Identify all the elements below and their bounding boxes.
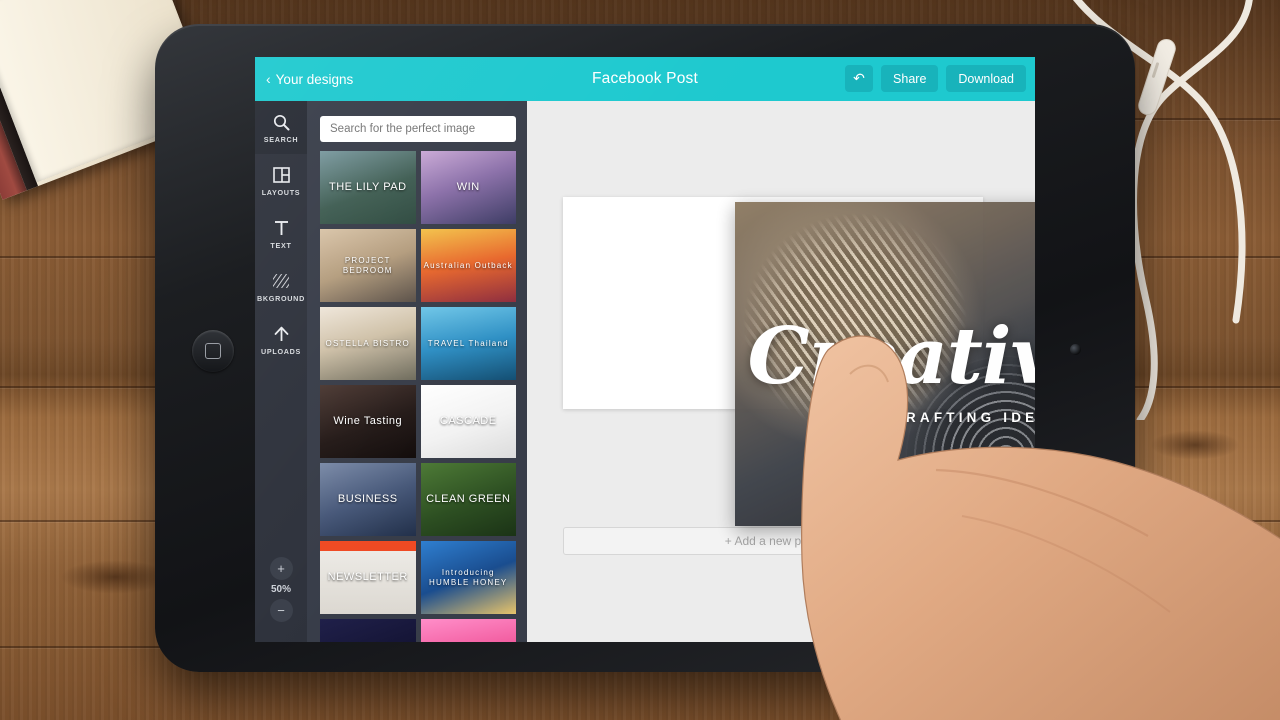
- thumbnail-item[interactable]: OSTELLA BISTRO: [320, 307, 416, 380]
- thumbnail-caption: THE LILY PAD: [328, 180, 407, 193]
- zoom-level-value: 50%: [270, 584, 291, 595]
- header-actions: ↶ Share Download: [845, 65, 1026, 92]
- thumbnail-item[interactable]: PROJECT BEDROOM: [320, 229, 416, 302]
- sidebar-item-search-label: SEARCH: [263, 135, 299, 144]
- thumbnail-caption: Introducing HUMBLE HONEY: [429, 567, 508, 587]
- thumbnail-caption: Australian Outback: [423, 260, 513, 270]
- tool-sidebar: SEARCH LAYOUTS TEXT BKGROUND UPLOADS + 5…: [255, 101, 307, 642]
- hand-cursor: [700, 320, 1280, 720]
- thumbnail-caption: CASCADE: [439, 414, 497, 427]
- thumbnail-item[interactable]: Wine Tasting: [320, 385, 416, 458]
- hand-shape: [801, 335, 1280, 720]
- thumbnail-grid: THE LILY PAD WIN PROJECT BEDROOM Australian…: [320, 151, 516, 642]
- thumbnail-item[interactable]: TRADITIONAL: [320, 619, 416, 642]
- layout-grid-icon: [272, 164, 290, 186]
- zoom-controls: + 50% −: [255, 557, 307, 622]
- thumbnail-item[interactable]: CLEAN GREEN: [420, 463, 516, 536]
- download-button[interactable]: Download: [946, 65, 1026, 92]
- home-button[interactable]: [192, 330, 234, 372]
- thumbnail-item[interactable]: TRAVEL Thailand: [420, 307, 516, 380]
- hand-svg: [801, 335, 1280, 720]
- undo-button[interactable]: ↶: [845, 65, 874, 92]
- search-input[interactable]: [320, 116, 516, 142]
- thumbnail-caption: OSTELLA BISTRO: [325, 338, 410, 348]
- thumbnail-caption: WIN: [456, 180, 480, 193]
- thumbnail-item[interactable]: WIN: [420, 151, 516, 224]
- sidebar-item-uploads[interactable]: UPLOADS: [255, 313, 307, 366]
- sidebar-item-text[interactable]: TEXT: [255, 207, 307, 260]
- sidebar-item-layouts-label: LAYOUTS: [261, 188, 301, 197]
- thumbnail-caption: NEWSLETTER: [327, 570, 408, 583]
- thumbnail-caption: BUSINESS: [337, 492, 398, 505]
- sidebar-item-uploads-label: UPLOADS: [260, 347, 302, 356]
- home-square-icon: [205, 343, 221, 359]
- thumbnail-item[interactable]: Australian Outback: [420, 229, 516, 302]
- wood-knot: [60, 560, 170, 594]
- magnifier-icon: [273, 111, 290, 133]
- hatch-pattern-icon: [272, 270, 290, 292]
- app-header: ‹ Your designs Facebook Post ↶ Share Dow…: [255, 57, 1035, 101]
- thumbnail-caption: PROJECT BEDROOM: [342, 255, 393, 275]
- thumbnail-caption: TRAVEL Thailand: [427, 338, 509, 348]
- thumbnail-item[interactable]: THE LILY PAD: [320, 151, 416, 224]
- thumbnail-item[interactable]: NEWSLETTER: [320, 541, 416, 614]
- letter-t-icon: [273, 217, 290, 239]
- sidebar-item-background[interactable]: BKGROUND: [255, 260, 307, 313]
- share-button[interactable]: Share: [881, 65, 939, 92]
- thumbnail-item[interactable]: BUSINESS: [320, 463, 416, 536]
- thumbnail-item[interactable]: CASCADE: [420, 385, 516, 458]
- thumbnail-item[interactable]: TIDAL RISE: [420, 619, 516, 642]
- sidebar-item-layouts[interactable]: LAYOUTS: [255, 154, 307, 207]
- zoom-out-button[interactable]: −: [269, 599, 293, 622]
- thumbnail-caption: CLEAN GREEN: [426, 492, 511, 505]
- sidebar-item-search[interactable]: SEARCH: [255, 101, 307, 154]
- undo-arrow-icon: ↶: [853, 70, 865, 86]
- sidebar-item-background-label: BKGROUND: [257, 294, 305, 303]
- upload-arrow-icon: [273, 323, 290, 345]
- zoom-in-button[interactable]: +: [269, 557, 293, 580]
- thumbnail-item[interactable]: Introducing HUMBLE HONEY: [420, 541, 516, 614]
- sidebar-item-text-label: TEXT: [270, 241, 292, 250]
- image-drawer: THE LILY PAD WIN PROJECT BEDROOM Australian…: [307, 101, 527, 642]
- search-field-wrapper: [320, 116, 516, 142]
- thumbnail-caption: Wine Tasting: [333, 414, 403, 427]
